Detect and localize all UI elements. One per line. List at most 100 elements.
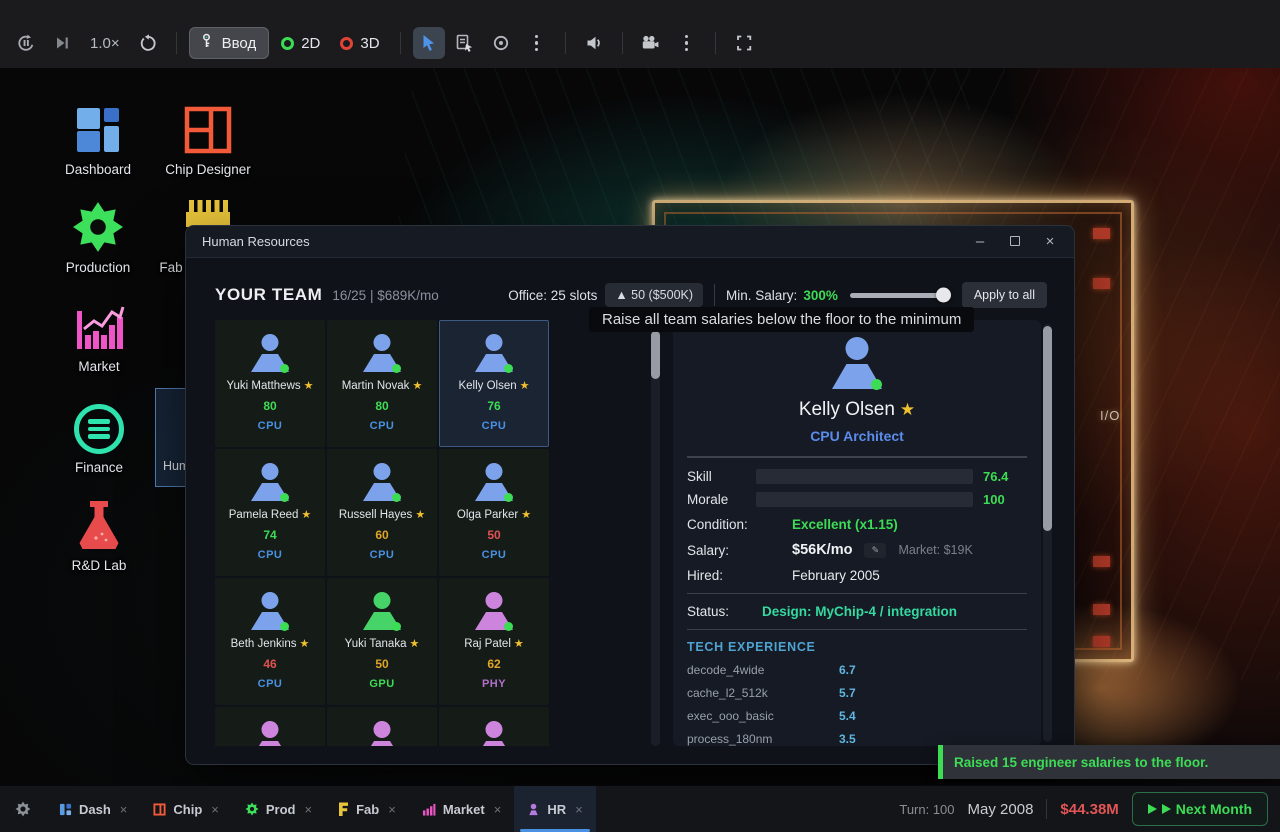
team-grid: Yuki Matthews ★ 80 CPU Martin Novak ★ 80 CPU Kel… xyxy=(215,320,549,746)
window-title: Human Resources xyxy=(202,234,310,249)
taskbar-tabs: Dash × Chip × Prod × Fab × Market × HR × xyxy=(46,786,596,832)
team-card-partial[interactable] xyxy=(215,707,325,746)
team-card[interactable]: Yuki Tanaka ★ 50 GPU xyxy=(327,578,437,705)
tech-row: exec_ooo_basic 5.4 xyxy=(687,709,856,723)
team-card-partial[interactable] xyxy=(327,707,437,746)
detail-scrollbar[interactable] xyxy=(1043,324,1052,742)
more-options-icon[interactable] xyxy=(521,27,553,59)
fullscreen-icon[interactable] xyxy=(728,27,760,59)
member-morale: 80 xyxy=(375,399,389,413)
turn-counter: Turn: 100 xyxy=(899,801,955,817)
team-card[interactable]: Raj Patel ★ 62 PHY xyxy=(439,578,549,705)
mode-2d-toggle[interactable]: 2D xyxy=(273,35,328,52)
desktop-icon-finance[interactable]: Finance xyxy=(51,398,147,475)
member-role: GPU xyxy=(369,678,395,690)
tab-close-icon[interactable]: × xyxy=(120,802,128,817)
game-speed[interactable]: 1.0× xyxy=(82,35,128,52)
team-card[interactable]: Pamela Reed ★ 74 CPU xyxy=(215,449,325,576)
mode-3d-toggle[interactable]: 3D xyxy=(332,35,387,52)
tab-close-icon[interactable]: × xyxy=(388,802,396,817)
close-icon[interactable]: × xyxy=(1042,233,1058,250)
team-card[interactable]: Olga Parker ★ 50 CPU xyxy=(439,449,549,576)
play-icon xyxy=(1147,804,1157,814)
solder-pad xyxy=(1093,278,1110,289)
star-icon: ★ xyxy=(412,380,423,392)
taskbar-tab-market[interactable]: Market × xyxy=(409,786,515,832)
speaker-icon[interactable] xyxy=(578,27,610,59)
more-options-icon[interactable] xyxy=(671,27,703,59)
chip-designer-icon xyxy=(160,100,256,156)
reset-icon[interactable] xyxy=(132,27,164,59)
maximize-icon[interactable] xyxy=(1007,233,1023,250)
star-icon: ★ xyxy=(521,509,532,521)
min-salary-slider-thumb[interactable] xyxy=(935,287,951,303)
star-icon: ★ xyxy=(415,509,426,521)
team-card[interactable]: Beth Jenkins ★ 46 CPU xyxy=(215,578,325,705)
desktop-icon-chip-designer[interactable]: Chip Designer xyxy=(160,100,256,177)
person-icon xyxy=(361,592,403,631)
market-rate: Market: $19K xyxy=(898,543,973,557)
star-icon: ★ xyxy=(899,400,916,419)
member-role: CPU xyxy=(481,549,507,561)
team-card-partial[interactable] xyxy=(439,707,549,746)
cursor-tool-button[interactable] xyxy=(412,27,445,59)
inspect-panel-icon[interactable] xyxy=(449,27,481,59)
office-upgrade-button[interactable]: ▲ 50 ($500K) xyxy=(605,283,704,307)
member-name: Russell Hayes ★ xyxy=(338,509,426,521)
tab-close-icon[interactable]: × xyxy=(211,802,219,817)
desktop-icon-market[interactable]: Market xyxy=(51,297,147,374)
taskbar-tab-dash[interactable]: Dash × xyxy=(46,786,140,832)
apply-to-all-button[interactable]: Apply to all xyxy=(961,282,1047,308)
member-morale: 80 xyxy=(263,399,277,413)
3d-ring-icon xyxy=(340,36,354,50)
chip-io-label: I/O xyxy=(1100,408,1121,423)
taskbar-tab-hr[interactable]: HR × xyxy=(514,786,596,832)
person-icon xyxy=(829,337,885,390)
window-titlebar[interactable]: Human Resources – × xyxy=(186,226,1074,258)
member-role: CPU xyxy=(257,420,283,432)
hr-tab-icon xyxy=(527,803,540,816)
member-role: CPU xyxy=(369,420,395,432)
person-icon xyxy=(473,334,515,373)
input-mode-button[interactable]: Ввод xyxy=(188,27,270,59)
game-screen: I/O 1.0× Ввод 2D 3D Dashboard Chip Desig… xyxy=(0,0,1280,832)
settings-gear-icon[interactable] xyxy=(0,786,46,832)
member-morale: 50 xyxy=(375,657,389,671)
taskbar-tab-prod[interactable]: Prod × xyxy=(232,786,325,832)
solder-pad xyxy=(1093,556,1110,567)
next-month-button[interactable]: Next Month xyxy=(1131,792,1268,826)
step-forward-icon[interactable] xyxy=(46,27,78,59)
edit-salary-icon[interactable]: ✎ xyxy=(864,542,887,558)
team-card[interactable]: Russell Hayes ★ 60 CPU xyxy=(327,449,437,576)
tab-close-icon[interactable]: × xyxy=(575,802,583,817)
taskbar-tab-chip[interactable]: Chip × xyxy=(140,786,231,832)
desktop-icon-human-resources[interactable]: Hum xyxy=(155,388,189,487)
skill-row: Skill 76.4 xyxy=(687,468,1009,484)
tab-close-icon[interactable]: × xyxy=(305,802,313,817)
member-morale: 46 xyxy=(263,657,277,671)
2d-ring-icon xyxy=(281,36,295,50)
team-card[interactable]: Kelly Olsen ★ 76 CPU xyxy=(439,320,549,447)
team-card[interactable]: Yuki Matthews ★ 80 CPU xyxy=(215,320,325,447)
pause-resume-icon[interactable] xyxy=(10,27,42,59)
target-icon[interactable] xyxy=(485,27,517,59)
team-grid-scrollbar[interactable] xyxy=(651,320,660,746)
person-icon xyxy=(249,463,291,502)
team-card[interactable]: Martin Novak ★ 80 CPU xyxy=(327,320,437,447)
toast-accent-bar xyxy=(938,745,943,779)
tech-experience-title: TECH EXPERIENCE xyxy=(687,640,816,654)
dash-tab-icon xyxy=(59,803,72,816)
minimize-icon[interactable]: – xyxy=(972,233,988,250)
desktop-icon-dashboard[interactable]: Dashboard xyxy=(50,100,146,177)
tech-list: decode_4wide 6.7 cache_l2_512k 5.7 exec_ooo_… xyxy=(687,663,1027,746)
tab-close-icon[interactable]: × xyxy=(494,802,502,817)
taskbar-tab-fab[interactable]: Fab × xyxy=(325,786,409,832)
chip-tab-icon xyxy=(153,802,166,816)
camera-icon[interactable] xyxy=(635,27,667,59)
cash-balance: $44.38M xyxy=(1060,800,1119,818)
min-salary-slider[interactable] xyxy=(849,287,951,303)
desktop-icon-rd-lab[interactable]: R&D Lab xyxy=(51,496,147,573)
morale-row: Morale 100 xyxy=(687,491,1005,507)
detail-role: CPU Architect xyxy=(810,428,904,444)
member-role: PHY xyxy=(481,678,507,690)
